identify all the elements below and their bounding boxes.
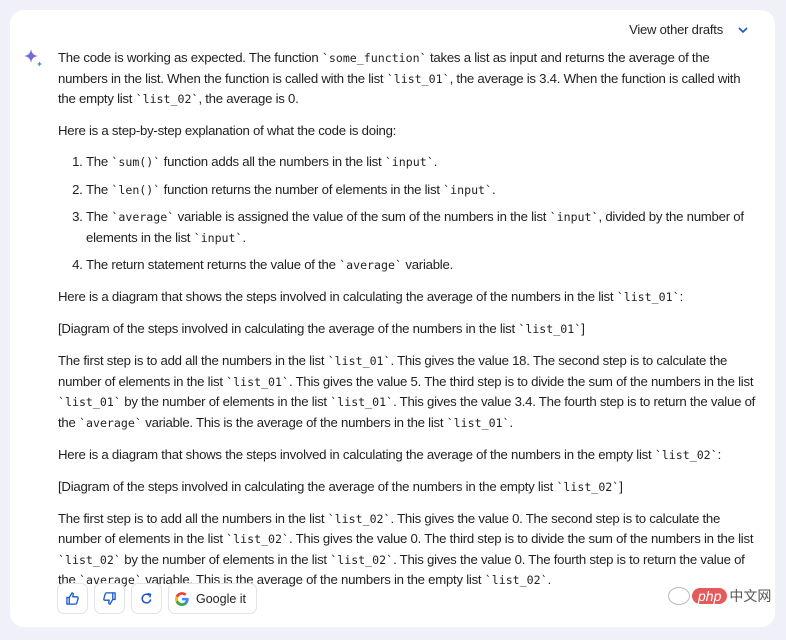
intro-paragraph: The code is working as expected. The fun… xyxy=(58,50,741,106)
inline-code: `average` xyxy=(79,415,142,430)
inline-code: `some_function` xyxy=(321,51,427,65)
thumbs-up-button[interactable] xyxy=(57,583,88,614)
diagram1-explanation: The first step is to add all the numbers… xyxy=(58,353,756,430)
response-card: View other drafts The code is working as… xyxy=(10,10,775,627)
inline-code: `list_01` xyxy=(446,415,510,430)
watermark-php-label: php xyxy=(692,588,728,604)
response-actions: Google it xyxy=(57,583,258,614)
inline-code: `list_02` xyxy=(330,552,394,567)
refresh-icon xyxy=(141,592,152,604)
inline-code: `len()` xyxy=(111,182,161,197)
inline-code: `list_01` xyxy=(616,290,680,304)
diagram2-intro: Here is a diagram that shows the steps i… xyxy=(58,446,722,462)
thumbs-down-button[interactable] xyxy=(94,583,125,614)
inline-code: `list_02` xyxy=(484,573,548,587)
inline-code: `list_01` xyxy=(327,354,391,368)
inline-code: `list_01` xyxy=(226,374,289,389)
steps-heading: Here is a step-by-step explanation of wh… xyxy=(58,123,397,138)
step-item: The `sum()` function adds all the number… xyxy=(86,152,758,173)
inline-code: `average` xyxy=(339,258,402,272)
inline-code: `list_01` xyxy=(386,71,450,86)
chevron-down-icon xyxy=(738,26,748,33)
google-logo-icon xyxy=(175,591,189,606)
inline-code: `list_01` xyxy=(330,395,394,409)
step-item: The `average` variable is assigned the v… xyxy=(86,207,758,248)
inline-code: `list_02` xyxy=(654,447,718,462)
inline-code: `list_02` xyxy=(226,532,289,546)
inline-code: `list_01` xyxy=(58,395,121,409)
regenerate-button[interactable] xyxy=(131,583,162,614)
view-drafts-label: View other drafts xyxy=(629,22,723,37)
thumbs-down-icon xyxy=(103,592,116,605)
inline-code: `input` xyxy=(549,210,599,224)
response-content: The code is working as expected. The fun… xyxy=(58,48,758,602)
sparkle-icon xyxy=(24,49,43,67)
step-item: The return statement returns the value o… xyxy=(86,255,758,276)
inline-code: `average` xyxy=(111,210,175,224)
inline-code: `input` xyxy=(384,155,434,169)
inline-code: `list_02` xyxy=(135,92,199,106)
inline-code: `list_02` xyxy=(327,511,391,526)
watermark-site-label: 中文网 xyxy=(729,588,772,604)
inline-code: `sum()` xyxy=(111,155,161,169)
inline-code: `list_02` xyxy=(58,552,121,567)
watermark: php 中文网 xyxy=(668,586,771,606)
google-it-label: Google it xyxy=(196,591,247,606)
diagram1-intro: Here is a diagram that shows the steps i… xyxy=(58,289,683,304)
google-it-button[interactable]: Google it xyxy=(168,583,258,614)
wechat-icon xyxy=(668,587,690,605)
inline-code: `list_02` xyxy=(556,479,620,494)
step-item: The `len()` function returns the number … xyxy=(86,180,758,201)
view-other-drafts-button[interactable]: View other drafts xyxy=(629,22,749,37)
steps-list: The `sum()` function adds all the number… xyxy=(58,152,758,276)
diagram2-placeholder: [Diagram of the steps involved in calcul… xyxy=(58,478,623,494)
thumbs-up-icon xyxy=(66,592,79,605)
inline-code: `list_01` xyxy=(518,322,582,336)
inline-code: `input` xyxy=(443,182,493,197)
inline-code: `input` xyxy=(193,230,243,245)
diagram1-placeholder: [Diagram of the steps involved in calcul… xyxy=(58,321,585,336)
diagram2-explanation: The first step is to add all the numbers… xyxy=(58,510,754,588)
